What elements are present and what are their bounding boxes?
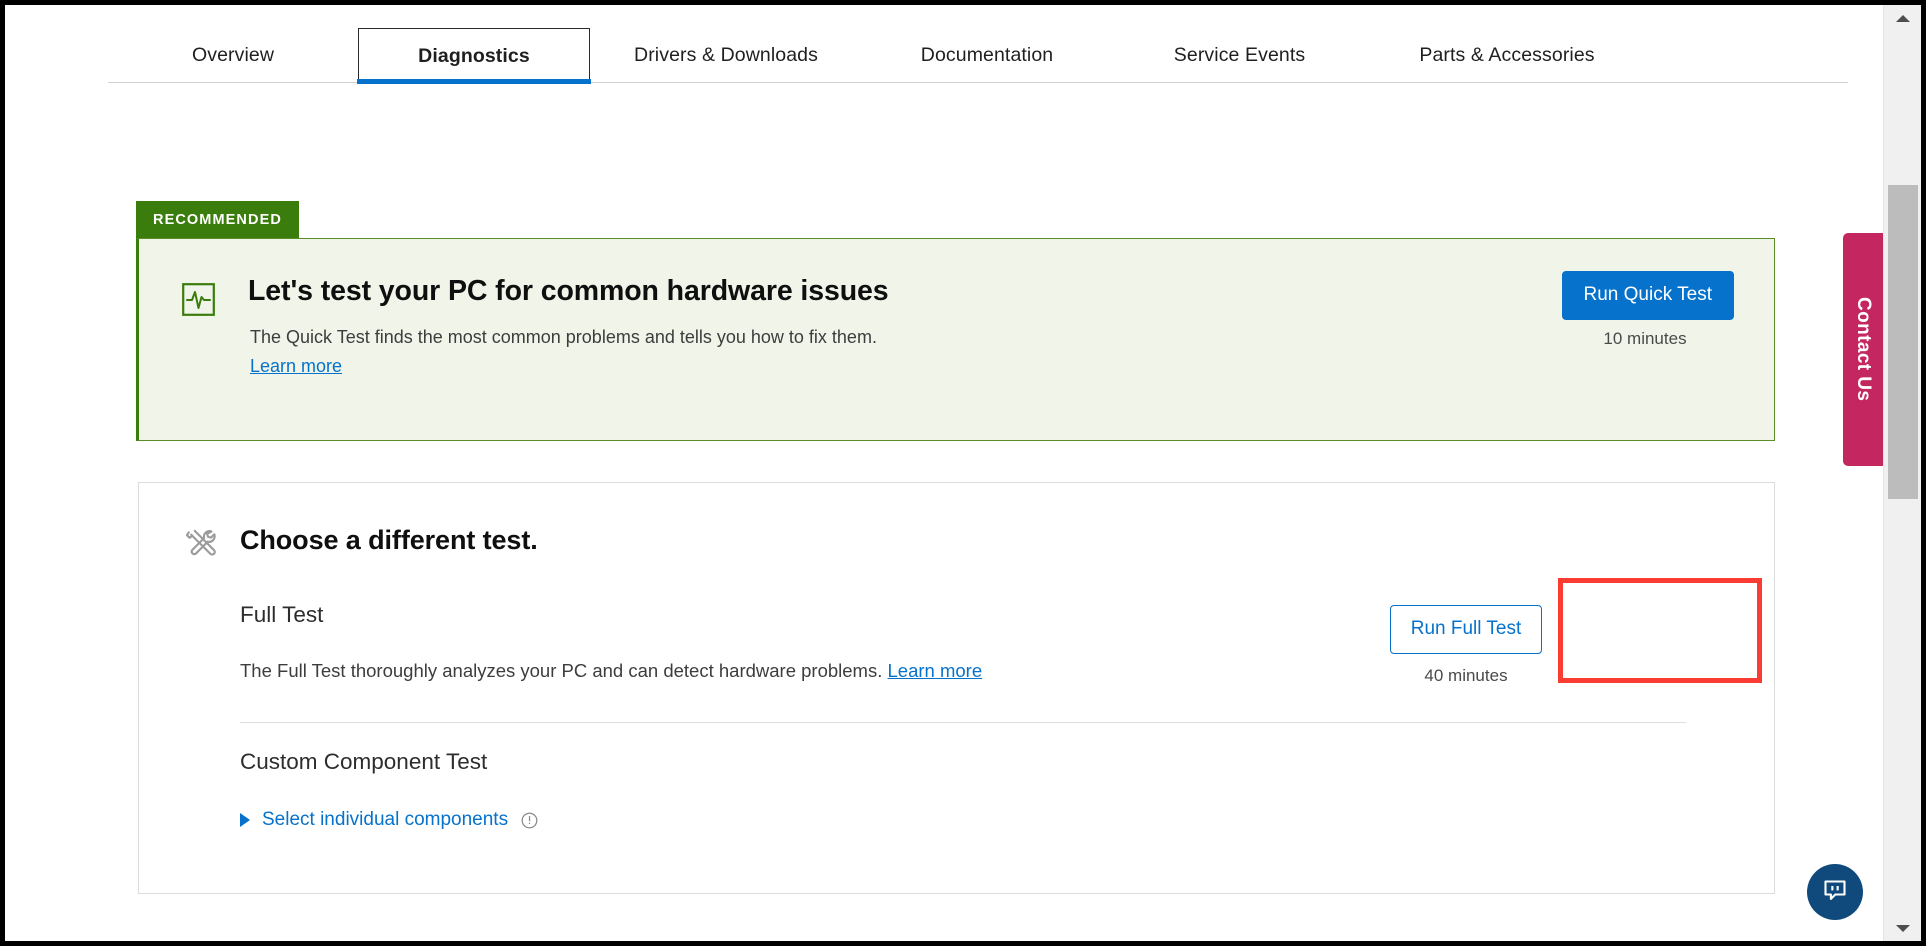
recommended-badge-label: RECOMMENDED	[153, 212, 282, 228]
info-circle-icon[interactable]	[521, 812, 538, 829]
section-divider	[240, 722, 1686, 723]
scroll-down-arrow-glyph	[1896, 925, 1910, 932]
choose-different-test-card: Choose a different test. Full Test The F…	[138, 482, 1775, 894]
quick-test-description: The Quick Test finds the most common pro…	[250, 327, 877, 348]
chat-bubble-icon	[1821, 876, 1849, 909]
tools-icon	[180, 523, 220, 563]
tab-drivers-and-downloads[interactable]: Drivers & Downloads	[590, 28, 862, 82]
choose-different-test-heading: Choose a different test.	[240, 525, 538, 556]
vertical-scrollbar[interactable]	[1883, 5, 1921, 941]
tab-overview-label: Overview	[192, 44, 274, 67]
tab-drivers-and-downloads-label: Drivers & Downloads	[634, 44, 818, 67]
select-individual-components-label: Select individual components	[262, 809, 508, 831]
quick-test-heading: Let's test your PC for common hardware i…	[248, 275, 889, 308]
quick-test-duration: 10 minutes	[1556, 329, 1734, 349]
chat-bubble-button[interactable]	[1807, 864, 1863, 920]
tab-diagnostics[interactable]: Diagnostics	[358, 28, 590, 83]
browser-page: Overview Diagnostics Drivers & Downloads…	[0, 0, 1926, 946]
pulse-icon	[182, 283, 215, 316]
tab-service-events-label: Service Events	[1174, 44, 1305, 67]
tab-parts-and-accessories-label: Parts & Accessories	[1419, 44, 1594, 67]
full-test-duration: 40 minutes	[1390, 666, 1542, 686]
full-test-learn-more-link[interactable]: Learn more	[888, 660, 983, 681]
recommended-badge: RECOMMENDED	[136, 201, 299, 238]
quick-test-panel: Let's test your PC for common hardware i…	[136, 238, 1775, 441]
page-viewport: Overview Diagnostics Drivers & Downloads…	[5, 5, 1883, 941]
scroll-down-arrow-icon[interactable]	[1884, 915, 1922, 941]
tab-overview[interactable]: Overview	[108, 28, 358, 82]
tab-diagnostics-label: Diagnostics	[418, 45, 530, 68]
caret-right-icon	[240, 813, 250, 827]
scroll-up-arrow-icon[interactable]	[1884, 5, 1922, 31]
contact-us-label: Contact Us	[1852, 297, 1874, 401]
tab-parts-and-accessories[interactable]: Parts & Accessories	[1367, 28, 1647, 82]
custom-component-test-title: Custom Component Test	[240, 749, 487, 775]
full-test-title: Full Test	[240, 602, 323, 628]
select-individual-components-row[interactable]: Select individual components	[240, 809, 538, 831]
tab-documentation-label: Documentation	[921, 44, 1053, 67]
contact-us-tab[interactable]: Contact Us	[1843, 233, 1883, 466]
run-quick-test-button[interactable]: Run Quick Test	[1562, 271, 1734, 320]
tab-service-events[interactable]: Service Events	[1112, 28, 1367, 82]
product-tab-navigation: Overview Diagnostics Drivers & Downloads…	[108, 28, 1848, 83]
quick-test-learn-more-link[interactable]: Learn more	[250, 356, 342, 377]
full-test-description: The Full Test thoroughly analyzes your P…	[240, 660, 982, 682]
scroll-up-arrow-glyph	[1896, 15, 1910, 22]
run-full-test-button[interactable]: Run Full Test	[1390, 605, 1542, 654]
tab-documentation[interactable]: Documentation	[862, 28, 1112, 82]
full-test-description-text: The Full Test thoroughly analyzes your P…	[240, 660, 882, 681]
scrollbar-thumb[interactable]	[1888, 185, 1918, 499]
